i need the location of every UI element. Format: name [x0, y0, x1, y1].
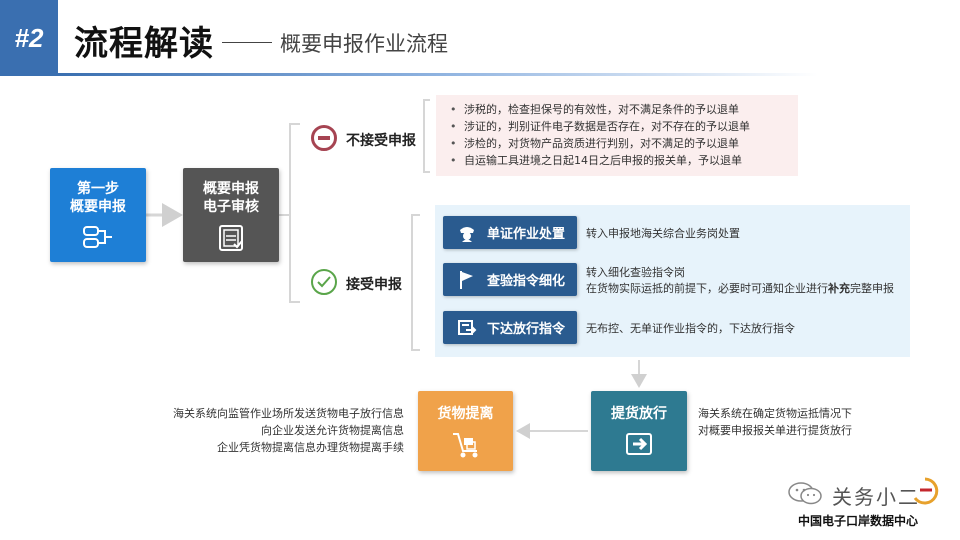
- review-box: 概要申报 电子审核: [183, 168, 279, 262]
- watermark-name: 关务小二: [832, 485, 920, 509]
- flow-branch-icon: [81, 224, 115, 250]
- action-tag-release-instruction: 下达放行指令: [443, 311, 577, 344]
- pickup-label: 货物提离: [437, 406, 494, 422]
- action-tag-inspection: 查验指令细化: [443, 263, 577, 296]
- reject-icon: [311, 125, 337, 151]
- action-desc-line: 无布控、无单证作业指令的，下达放行指令: [586, 322, 795, 335]
- accept-label: 接受申报: [346, 277, 402, 293]
- flag-icon: [453, 270, 481, 290]
- reject-reason: 自运输工具进境之日起14日之后申报的报关单，予以退单: [450, 152, 798, 169]
- box-label-line: 概要申报: [203, 181, 259, 197]
- reject-reason: 涉税的，检查担保号的有效性，对不满足条件的予以退单: [450, 101, 798, 118]
- action-desc: 转入细化查验指令岗 在货物实际运抵的前提下，必要时可通知企业进行补充完整申报: [586, 265, 894, 297]
- action-tag-label: 查验指令细化: [486, 274, 565, 289]
- action-tag-label: 下达放行指令: [486, 322, 565, 337]
- reject-label: 不接受申报: [346, 133, 416, 149]
- pickup-description: 海关系统向监管作业场所发送货物电子放行信息 向企业发送允许货物提离信息 企业凭货…: [160, 405, 404, 456]
- box-label-line: 电子审核: [203, 199, 259, 215]
- wechat-icon: [786, 481, 824, 511]
- officer-cap-icon: [453, 224, 481, 242]
- action-tag-label: 单证作业处置: [486, 227, 565, 242]
- review-label: 概要申报 电子审核: [203, 180, 259, 216]
- hand-truck-icon: [449, 431, 483, 458]
- reject-reasons-panel: 涉税的，检查担保号的有效性，对不满足条件的予以退单 涉证的，判别证件电子数据是否…: [436, 95, 798, 176]
- pickup-desc-line: 海关系统向监管作业场所发送货物电子放行信息: [173, 407, 404, 420]
- release-box: 提货放行: [591, 391, 687, 471]
- reject-reason: 涉证的，判别证件电子数据是否存在，对不存在的予以退单: [450, 118, 798, 135]
- action-desc: 无布控、无单证作业指令的，下达放行指令: [586, 321, 795, 337]
- watermark-organization: 中国电子口岸数据中心: [798, 514, 919, 528]
- release-desc-line: 海关系统在确定货物运抵情况下: [698, 407, 852, 420]
- release-instruction-icon: [453, 319, 481, 337]
- release-label: 提货放行: [611, 406, 667, 422]
- action-desc: 转入申报地海关综合业务岗处置: [586, 226, 740, 242]
- document-review-icon: [214, 224, 248, 251]
- exit-arrow-icon: [622, 431, 656, 457]
- action-tag-document: 单证作业处置: [443, 216, 577, 249]
- pickup-desc-line: 企业凭货物提离信息办理货物提离手续: [217, 441, 404, 454]
- reject-reason: 涉检的，对货物产品资质进行判别，对不满足的予以退单: [450, 135, 798, 152]
- step1-label: 第一步 概要申报: [70, 180, 126, 216]
- watermark-logo-icon: [910, 476, 940, 510]
- release-desc-line: 对概要申报报关单进行提货放行: [698, 424, 852, 437]
- pickup-box: 货物提离: [418, 391, 513, 471]
- action-desc-line: 在货物实际运抵的前提下，必要时可通知企业进行补充完整申报: [586, 282, 894, 295]
- action-desc-line: 转入申报地海关综合业务岗处置: [586, 227, 740, 240]
- pickup-desc-line: 向企业发送允许货物提离信息: [261, 424, 404, 437]
- release-description: 海关系统在确定货物运抵情况下 对概要申报报关单进行提货放行: [698, 405, 852, 439]
- action-desc-line: 转入细化查验指令岗: [586, 266, 685, 279]
- accept-check-icon: [311, 269, 337, 295]
- box-label-line: 第一步: [77, 181, 119, 197]
- step1-box: 第一步 概要申报: [50, 168, 146, 262]
- box-label-line: 概要申报: [70, 199, 126, 215]
